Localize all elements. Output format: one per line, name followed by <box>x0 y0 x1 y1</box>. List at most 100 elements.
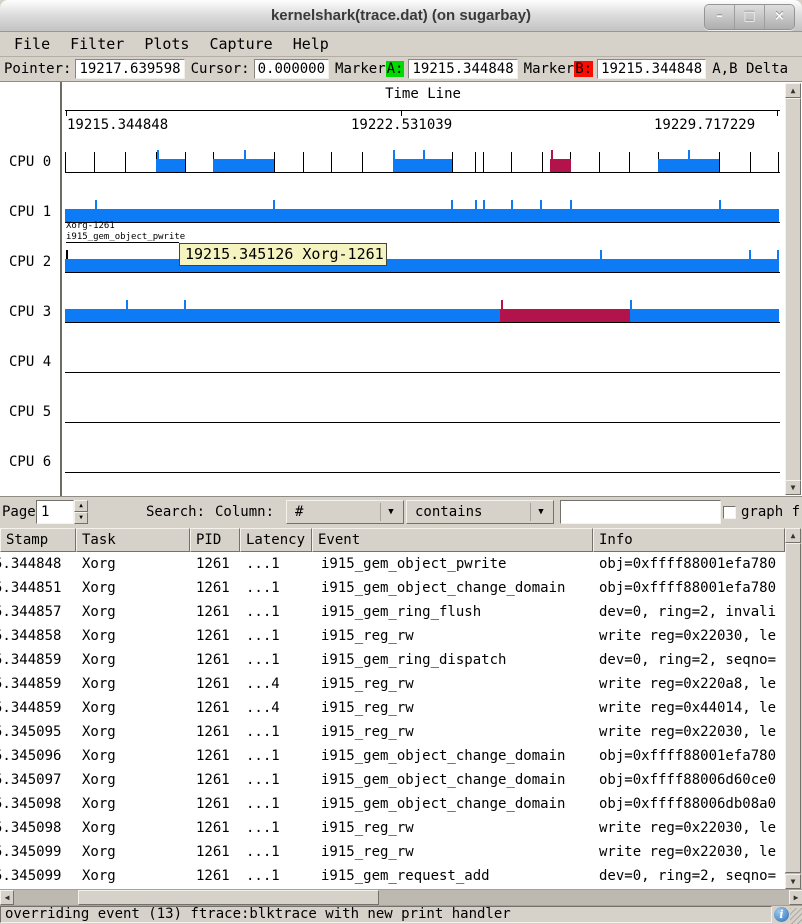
close-button[interactable]: × <box>764 5 794 29</box>
table-row[interactable]: 5.345099Xorg1261...1i915_reg_rwwrite reg… <box>0 840 785 864</box>
window-title: kernelshark(trace.dat) (on sugarbay) <box>0 7 802 24</box>
column-header-stamp[interactable]: Stamp <box>0 528 76 552</box>
table-cell: Xorg <box>76 576 190 600</box>
table-row[interactable]: 5.345099Xorg1261...1i915_gem_request_add… <box>0 864 785 888</box>
table-cell: 5.344859 <box>0 696 76 720</box>
menu-item-plots[interactable]: Plots <box>134 34 199 54</box>
timeline-plot[interactable]: Time Line 19215.344848 19222.531039 1922… <box>65 82 781 496</box>
column-label: Column: <box>215 497 274 528</box>
timeline-title: Time Line <box>65 86 781 102</box>
titlebar[interactable]: kernelshark(trace.dat) (on sugarbay) – □… <box>0 0 802 32</box>
scroll-down-icon[interactable]: ▼ <box>785 480 801 495</box>
menu-item-filter[interactable]: Filter <box>60 34 134 54</box>
table-row[interactable]: 5.344859Xorg1261...1i915_gem_ring_dispat… <box>0 648 785 672</box>
event-tick <box>501 300 503 309</box>
event-tick <box>185 152 186 172</box>
table-row[interactable]: 5.344851Xorg1261...1i915_gem_object_chan… <box>0 576 785 600</box>
graph-follows-checkbox[interactable] <box>723 506 736 519</box>
table-row[interactable]: 5.345098Xorg1261...1i915_reg_rwwrite reg… <box>0 816 785 840</box>
marker-b-badge[interactable]: B: <box>574 61 593 77</box>
scroll-right-icon[interactable]: ▶ <box>789 890 802 905</box>
page-input[interactable]: 1 <box>36 500 74 524</box>
table-cell: write reg=0x220a8, le <box>593 672 785 696</box>
event-tick <box>452 152 453 172</box>
maximize-button[interactable]: □ <box>734 5 764 29</box>
table-row[interactable]: 5.344858Xorg1261...1i915_reg_rwwrite reg… <box>0 624 785 648</box>
timeline-bar <box>213 159 274 172</box>
timeline-bar <box>630 309 779 322</box>
cpu-label: CPU 1 <box>9 204 61 222</box>
info-icon[interactable]: i <box>774 907 789 922</box>
cpu-row-4[interactable] <box>65 348 780 373</box>
table-row[interactable]: 5.344859Xorg1261...4i915_reg_rwwrite reg… <box>0 672 785 696</box>
hscrollbar-thumb[interactable] <box>78 890 379 905</box>
cpu-row-6[interactable] <box>65 448 780 473</box>
table-cell: Xorg <box>76 864 190 888</box>
spin-up-icon[interactable]: ▲ <box>74 500 88 512</box>
scroll-left-icon[interactable]: ◀ <box>0 890 14 905</box>
column-header-event[interactable]: Event <box>312 528 593 552</box>
event-tick <box>511 200 513 209</box>
column-select[interactable]: # ▼ <box>286 500 404 524</box>
table-row[interactable]: 5.345098Xorg1261...1i915_gem_object_chan… <box>0 792 785 816</box>
table-horizontal-scrollbar[interactable]: ◀ ▶ <box>0 889 802 906</box>
cpu-row-2[interactable] <box>65 248 780 273</box>
event-tick <box>749 250 751 259</box>
table-cell: dev=0, ring=2, invali <box>593 600 785 624</box>
column-header-latency[interactable]: Latency <box>240 528 312 552</box>
scroll-up-icon[interactable]: ▲ <box>785 528 801 543</box>
table-cell: 5.344848 <box>0 552 76 576</box>
cpu-row-1[interactable] <box>65 198 780 223</box>
resize-grip[interactable] <box>790 908 802 924</box>
table-cell: ...1 <box>240 624 312 648</box>
graph-vertical-scrollbar[interactable]: ▲ ▼ <box>785 83 801 495</box>
column-header-info[interactable]: Info <box>593 528 785 552</box>
table-cell: 5.345098 <box>0 816 76 840</box>
spin-down-icon[interactable]: ▼ <box>74 512 88 524</box>
table-row[interactable]: 5.345096Xorg1261...1i915_gem_object_chan… <box>0 744 785 768</box>
table-cell: 5.345099 <box>0 840 76 864</box>
table-cell: Xorg <box>76 624 190 648</box>
page-label: Page <box>2 497 36 528</box>
table-row[interactable]: 5.344857Xorg1261...1i915_gem_ring_flushd… <box>0 600 785 624</box>
graph-scrollbar-thumb[interactable] <box>785 98 801 481</box>
menu-item-help[interactable]: Help <box>283 34 339 54</box>
table-row[interactable]: 5.345095Xorg1261...1i915_reg_rwwrite reg… <box>0 720 785 744</box>
timeline-ruler <box>65 110 780 111</box>
table-cell: ...4 <box>240 672 312 696</box>
table-cell: 1261 <box>190 624 240 648</box>
cpu-row-3[interactable] <box>65 298 780 323</box>
scroll-up-icon[interactable]: ▲ <box>785 83 801 98</box>
match-select[interactable]: contains ▼ <box>406 500 554 524</box>
table-scrollbar-thumb[interactable] <box>785 543 801 873</box>
table-cell: 5.345098 <box>0 792 76 816</box>
column-header-pid[interactable]: PID <box>190 528 240 552</box>
table-cell: 1261 <box>190 864 240 888</box>
table-cell: 1261 <box>190 840 240 864</box>
table-cell: 5.345095 <box>0 720 76 744</box>
table-cell: 5.345099 <box>0 864 76 888</box>
table-cell: ...1 <box>240 600 312 624</box>
table-row[interactable]: 5.344848Xorg1261...1i915_gem_object_pwri… <box>0 552 785 576</box>
marker-a-badge[interactable]: A: <box>386 61 405 77</box>
menu-item-capture[interactable]: Capture <box>199 34 282 54</box>
marker-callout: Xorg-1261 i915_gem_object_pwrite <box>66 221 185 243</box>
table-row[interactable]: 5.344859Xorg1261...4i915_reg_rwwrite reg… <box>0 696 785 720</box>
table-vertical-scrollbar[interactable]: ▲ ▼ <box>785 528 801 889</box>
table-row[interactable]: 5.345097Xorg1261...1i915_gem_object_chan… <box>0 768 785 792</box>
cpu-row-5[interactable] <box>65 398 780 423</box>
minimize-button[interactable]: – <box>705 5 734 29</box>
table-cell: write reg=0x22030, le <box>593 840 785 864</box>
ruler-tick <box>401 110 402 116</box>
menu-item-file[interactable]: File <box>4 34 60 54</box>
search-input[interactable] <box>560 500 721 524</box>
table-cell: 5.344859 <box>0 648 76 672</box>
table-cell: 5.344859 <box>0 672 76 696</box>
cpu-row-0[interactable] <box>65 148 780 173</box>
table-cell: 1261 <box>190 816 240 840</box>
event-tick <box>551 150 553 159</box>
table-cell: 1261 <box>190 552 240 576</box>
column-header-task[interactable]: Task <box>76 528 190 552</box>
axis-tick-middle: 19222.531039 <box>351 117 452 133</box>
scroll-down-icon[interactable]: ▼ <box>785 874 801 889</box>
